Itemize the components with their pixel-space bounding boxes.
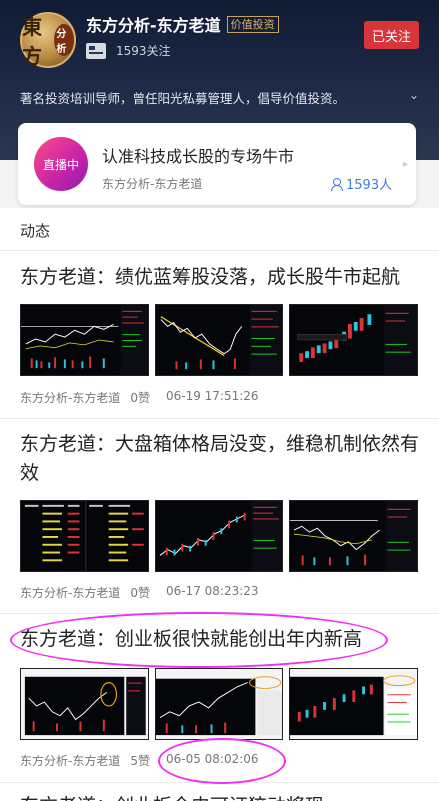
post-meta: 东方分析-东方老道 0赞 06-19 17:51:26: [20, 389, 259, 406]
chart-thumbnail[interactable]: [154, 304, 284, 376]
divider: [0, 418, 439, 419]
post-meta: 东方分析-东方老道 5赞 06-05 08:02:06: [20, 752, 259, 769]
post-date: 06-05 08:02:06: [165, 752, 259, 766]
name-row: 东方分析-东方老道 价值投资: [86, 12, 279, 36]
chart-thumbnail[interactable]: [289, 668, 419, 740]
table-thumbnail[interactable]: [20, 500, 149, 572]
live-viewers: 1593人: [330, 174, 392, 193]
chevron-right-icon: ▸: [402, 159, 408, 170]
post-title[interactable]: 东方老道：大盘箱体格局没变，维稳机制依然有效: [20, 430, 420, 488]
post-thumbnails: [20, 500, 419, 572]
chevron-down-icon[interactable]: ⌄: [409, 88, 419, 102]
post-title[interactable]: 东方老道：创业板今史可证猝动将现: [20, 792, 420, 801]
post-author: 东方分析-东方老道: [20, 391, 121, 405]
profile-name: 东方分析-东方老道: [86, 16, 221, 35]
section-label: 动态: [20, 222, 51, 240]
id-card-icon: [86, 42, 106, 59]
divider: [0, 782, 439, 783]
avatar[interactable]: 東方 分析: [20, 12, 76, 68]
live-author: 东方分析-东方老道: [102, 177, 203, 191]
divider: [0, 613, 439, 614]
post-date: 06-19 17:51:26: [165, 389, 259, 403]
profile-intro: 著名投资培训导师，曾任阳光私募管理人，倡导价值投资。: [20, 91, 346, 106]
post-author: 东方分析-东方老道: [20, 586, 121, 600]
fans-count: 1593关注: [116, 44, 171, 58]
live-card[interactable]: 直播中 认准科技成长股的专场牛市 东方分析-东方老道 1593人 ▸: [18, 123, 416, 205]
value-investing-tag: 价值投资: [226, 15, 279, 33]
post-likes[interactable]: 5赞: [130, 752, 150, 769]
followed-button[interactable]: 已关注: [364, 21, 419, 49]
post-thumbnails: [20, 668, 419, 740]
feed: 动态 东方老道：绩优蓝筹股没落，成长股牛市起航 东方分析-东方老道 0赞 06-…: [0, 208, 439, 801]
post-title[interactable]: 东方老道：创业板很快就能创出年内新高: [20, 625, 420, 654]
divider: [0, 250, 439, 251]
live-title: 认准科技成长股的专场牛市: [102, 147, 295, 166]
avatar-badge: 分析: [54, 24, 74, 56]
post-title[interactable]: 东方老道：绩优蓝筹股没落，成长股牛市起航: [20, 263, 420, 292]
chart-thumbnail[interactable]: [20, 668, 149, 740]
live-badge: 直播中: [34, 137, 88, 191]
post-likes[interactable]: 0赞: [130, 584, 150, 601]
fans-row: 1593关注: [86, 42, 171, 59]
person-icon: [330, 177, 343, 191]
post-likes[interactable]: 0赞: [130, 389, 150, 406]
chart-thumbnail[interactable]: [20, 304, 149, 376]
post-meta: 东方分析-东方老道 0赞 06-17 08:23:23: [20, 584, 259, 601]
chart-thumbnail[interactable]: [154, 500, 284, 572]
post-author: 东方分析-东方老道: [20, 754, 121, 768]
chart-thumbnail[interactable]: [289, 304, 419, 376]
viewer-count: 1593人: [346, 178, 393, 193]
chart-thumbnail[interactable]: [289, 500, 419, 572]
post-date: 06-17 08:23:23: [165, 584, 259, 598]
post-thumbnails: [20, 304, 419, 376]
chart-thumbnail[interactable]: [154, 668, 284, 740]
